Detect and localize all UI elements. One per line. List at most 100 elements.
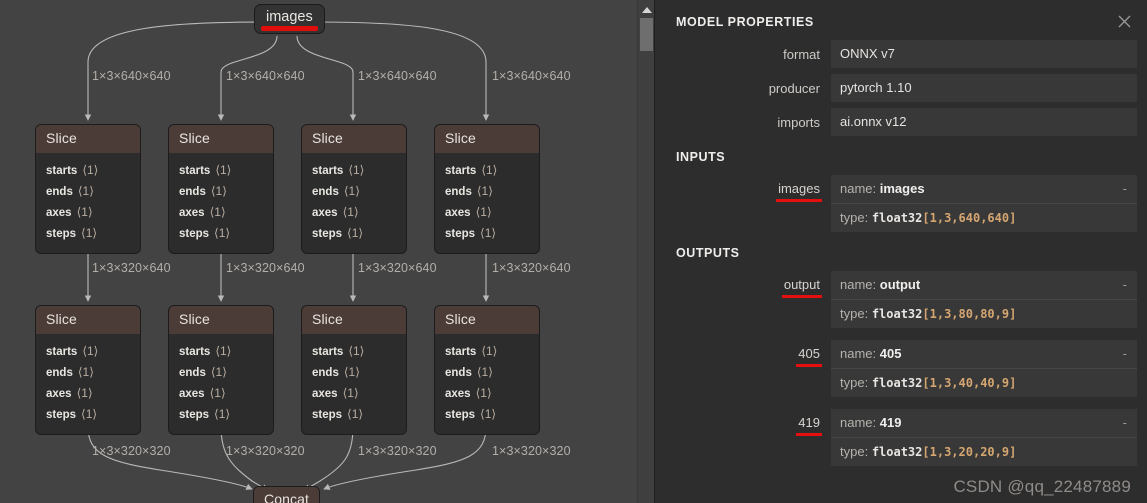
edge-label: 1×3×640×640 [492, 69, 571, 83]
node-title: Slice [169, 125, 273, 154]
attr-value: ⟨1⟩ [76, 386, 93, 401]
edge-label: 1×3×320×320 [358, 444, 437, 458]
attr-name: steps [445, 409, 476, 422]
page-title: MODEL PROPERTIES [676, 15, 814, 29]
attr-name: starts [179, 346, 211, 359]
node-title: Concat [254, 487, 319, 503]
node-attributes: starts ⟨1⟩ ends ⟨1⟩ axes ⟨1⟩ steps ⟨1⟩ [36, 334, 140, 434]
graph-node-slice[interactable]: Slice starts ⟨1⟩ ends ⟨1⟩ axes ⟨1⟩ steps ⟨1⟩ [434, 124, 540, 255]
node-attribute-row: starts ⟨1⟩ [179, 341, 263, 362]
netron-window: images Slice starts ⟨1⟩ ends ⟨1⟩ axes ⟨1⟩ s… [0, 0, 1147, 503]
node-attribute-row: ends ⟨1⟩ [445, 362, 529, 383]
node-attribute-row: starts ⟨1⟩ [179, 160, 263, 181]
attr-value: ⟨1⟩ [82, 344, 99, 359]
selection-underline [261, 25, 318, 31]
attr-value: ⟨1⟩ [476, 184, 493, 199]
property-label: producer [768, 81, 820, 96]
graph-canvas[interactable]: images Slice starts ⟨1⟩ ends ⟨1⟩ axes ⟨1⟩ s… [0, 0, 637, 503]
attr-name: starts [312, 346, 344, 359]
edge-label: 1×3×320×640 [358, 261, 437, 275]
graph-node-slice[interactable]: Slice starts ⟨1⟩ ends ⟨1⟩ axes ⟨1⟩ steps ⟨1⟩ [168, 305, 274, 436]
edge-label: 1×3×640×640 [92, 69, 171, 83]
selection-underline [781, 295, 822, 298]
node-attribute-row: axes ⟨1⟩ [46, 383, 130, 404]
input-name-line[interactable]: name: images - [831, 175, 1137, 203]
attr-name: axes [46, 388, 72, 401]
property-label: format [783, 47, 820, 62]
output-label[interactable]: 419 [796, 409, 822, 436]
node-attribute-row: axes ⟨1⟩ [179, 202, 263, 223]
output-type-prefix: type: [840, 306, 869, 321]
attr-value: ⟨1⟩ [481, 163, 498, 178]
attr-name: steps [312, 228, 343, 241]
attr-name: axes [179, 388, 205, 401]
attr-value: ⟨1⟩ [481, 344, 498, 359]
node-title: Slice [435, 306, 539, 335]
output-type-value: float32[1,3,40,40,9] [872, 376, 1017, 390]
attr-value: ⟨1⟩ [81, 407, 98, 422]
property-value[interactable]: ai.onnx v12 [831, 108, 1137, 136]
collapse-toggle[interactable]: - [1123, 346, 1127, 361]
output-detail-box: name: 419 - type: float32[1,3,20,20,9] [831, 409, 1137, 466]
output-row-405: 405 name: 405 - type: float32[1,3,40,40,… [665, 340, 1137, 397]
graph-node-slice[interactable]: Slice starts ⟨1⟩ ends ⟨1⟩ axes ⟨1⟩ steps ⟨1⟩ [168, 124, 274, 255]
attr-value: ⟨1⟩ [480, 226, 497, 241]
graph-node-slice[interactable]: Slice starts ⟨1⟩ ends ⟨1⟩ axes ⟨1⟩ steps ⟨1⟩ [35, 124, 141, 255]
attr-name: starts [312, 165, 344, 178]
node-attribute-row: ends ⟨1⟩ [179, 181, 263, 202]
attr-value: ⟨1⟩ [347, 226, 364, 241]
attr-value: ⟨1⟩ [214, 226, 231, 241]
output-name-line[interactable]: name: 419 - [831, 409, 1137, 437]
property-value[interactable]: ONNX v7 [831, 40, 1137, 68]
attr-name: ends [445, 186, 472, 199]
attr-value: ⟨1⟩ [210, 184, 227, 199]
edge-label: 1×3×320×640 [226, 261, 305, 275]
collapse-toggle[interactable]: - [1123, 277, 1127, 292]
attr-name: starts [445, 346, 477, 359]
graph-node-concat[interactable]: Concat [253, 486, 320, 503]
edge-label: 1×3×320×320 [92, 444, 171, 458]
output-label[interactable]: output [781, 271, 822, 298]
attr-name: starts [445, 165, 477, 178]
node-attributes: starts ⟨1⟩ ends ⟨1⟩ axes ⟨1⟩ steps ⟨1⟩ [435, 334, 539, 434]
node-attribute-row: starts ⟨1⟩ [46, 341, 130, 362]
node-attribute-row: axes ⟨1⟩ [179, 383, 263, 404]
property-value[interactable]: pytorch 1.10 [831, 74, 1137, 102]
type-dims: [1,3,80,80,9] [922, 307, 1017, 321]
section-title-inputs: INPUTS [676, 150, 726, 164]
input-label[interactable]: images [776, 175, 822, 202]
output-label-wrap: 405 [665, 340, 831, 367]
edge-label: 1×3×320×320 [226, 444, 305, 458]
selection-underline [796, 364, 822, 367]
output-label[interactable]: 405 [796, 340, 822, 367]
scroll-up-arrow-icon[interactable] [638, 3, 655, 17]
node-attribute-row: ends ⟨1⟩ [46, 362, 130, 383]
graph-node-slice[interactable]: Slice starts ⟨1⟩ ends ⟨1⟩ axes ⟨1⟩ steps ⟨1⟩ [434, 305, 540, 436]
graph-node-slice[interactable]: Slice starts ⟨1⟩ ends ⟨1⟩ axes ⟨1⟩ steps ⟨1⟩ [301, 124, 407, 255]
attr-value: ⟨1⟩ [81, 226, 98, 241]
output-type-value: float32[1,3,80,80,9] [872, 307, 1017, 321]
graph-node-slice[interactable]: Slice starts ⟨1⟩ ends ⟨1⟩ axes ⟨1⟩ steps ⟨1⟩ [35, 305, 141, 436]
scrollbar-thumb[interactable] [640, 18, 653, 51]
node-attribute-row: steps ⟨1⟩ [445, 223, 529, 244]
type-base: float32 [871, 445, 923, 459]
input-name-prefix: name: [840, 181, 877, 196]
output-name-line[interactable]: name: output - [831, 271, 1137, 299]
output-name-line[interactable]: name: 405 - [831, 340, 1137, 368]
attr-name: steps [46, 409, 77, 422]
graph-node-slice[interactable]: Slice starts ⟨1⟩ ends ⟨1⟩ axes ⟨1⟩ steps ⟨1⟩ [301, 305, 407, 436]
graph-vertical-scrollbar[interactable] [637, 0, 654, 503]
node-attribute-row: axes ⟨1⟩ [445, 383, 529, 404]
type-base: float32 [871, 211, 923, 225]
graph-node-images[interactable]: images [254, 4, 325, 34]
attr-name: steps [179, 409, 210, 422]
attr-value: ⟨1⟩ [76, 205, 93, 220]
node-attribute-row: steps ⟨1⟩ [312, 223, 396, 244]
attr-value: ⟨1⟩ [214, 407, 231, 422]
edge-label: 1×3×320×640 [92, 261, 171, 275]
model-properties-sidebar: MODEL PROPERTIES format ONNX v7 producer… [654, 0, 1147, 503]
collapse-toggle[interactable]: - [1123, 415, 1127, 430]
collapse-toggle[interactable]: - [1123, 181, 1127, 196]
close-icon[interactable] [1113, 12, 1135, 34]
watermark: CSDN @qq_22487889 [953, 477, 1131, 496]
